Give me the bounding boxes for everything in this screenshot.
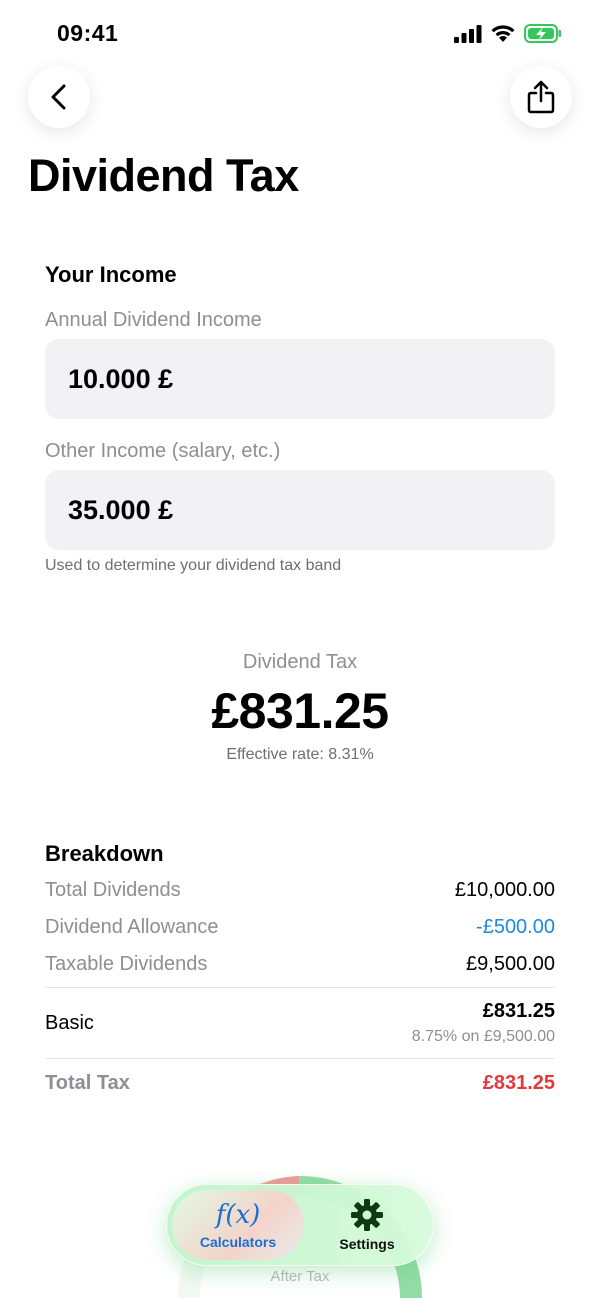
tab-settings[interactable]: Settings xyxy=(306,1190,428,1260)
row-value: -£500.00 xyxy=(476,916,555,938)
row-value: £10,000.00 xyxy=(454,879,555,901)
other-income-label: Other Income (salary, etc.) xyxy=(45,440,281,462)
band-label: Basic xyxy=(45,1012,94,1034)
chevron-left-icon xyxy=(51,84,66,110)
band-detail: 8.75% on £9,500.00 xyxy=(411,1028,555,1045)
function-icon: f(x) xyxy=(215,1200,261,1230)
dividend-income-value: 10.000 £ xyxy=(68,363,174,394)
breakdown-row-taxable-dividends: Taxable Dividends £9,500.00 xyxy=(45,953,555,976)
dividend-income-label: Annual Dividend Income xyxy=(45,309,262,331)
band-value: £831.25 xyxy=(482,1000,555,1022)
other-income-input[interactable]: 35.000 £ xyxy=(45,470,555,550)
breakdown-title: Breakdown xyxy=(45,841,164,866)
wifi-icon xyxy=(491,25,515,42)
divider xyxy=(45,987,555,988)
page-title: Dividend Tax xyxy=(28,150,299,201)
cellular-signal-icon xyxy=(454,24,482,43)
other-income-value: 35.000 £ xyxy=(68,494,174,525)
tab-calculators[interactable]: f(x) Calculators xyxy=(172,1190,304,1260)
share-button[interactable] xyxy=(510,66,572,128)
tab-label: Settings xyxy=(339,1236,395,1252)
row-label: Dividend Allowance xyxy=(45,916,219,938)
total-tax-label: Total Tax xyxy=(45,1072,130,1094)
row-label: Taxable Dividends xyxy=(45,953,208,975)
status-bar: 09:41 xyxy=(0,0,600,66)
gear-icon xyxy=(351,1199,383,1231)
effective-rate: Effective rate: 8.31% xyxy=(226,746,374,763)
tax-band-hint: Used to determine your dividend tax band xyxy=(45,557,342,574)
status-icons xyxy=(454,24,562,43)
result-label: Dividend Tax xyxy=(242,651,358,673)
tab-bar: f(x) Calculators Settings xyxy=(166,1184,434,1266)
after-tax-label: After Tax xyxy=(270,1268,330,1285)
breakdown-row-total-dividends: Total Dividends £10,000.00 xyxy=(45,879,555,902)
row-value: £9,500.00 xyxy=(466,953,555,975)
back-button[interactable] xyxy=(28,66,90,128)
income-section-title: Your Income xyxy=(45,262,177,287)
tab-label: Calculators xyxy=(199,1234,277,1250)
share-icon xyxy=(527,80,555,114)
result-value: £831.25 xyxy=(211,683,389,739)
divider xyxy=(45,1058,555,1059)
total-tax-value: £831.25 xyxy=(482,1072,555,1094)
battery-charging-icon xyxy=(524,24,561,43)
breakdown-row-dividend-allowance: Dividend Allowance -£500.00 xyxy=(45,916,555,939)
row-label: Total Dividends xyxy=(45,879,181,901)
dividend-income-input[interactable]: 10.000 £ xyxy=(45,339,555,419)
status-time: 09:41 xyxy=(57,20,119,46)
